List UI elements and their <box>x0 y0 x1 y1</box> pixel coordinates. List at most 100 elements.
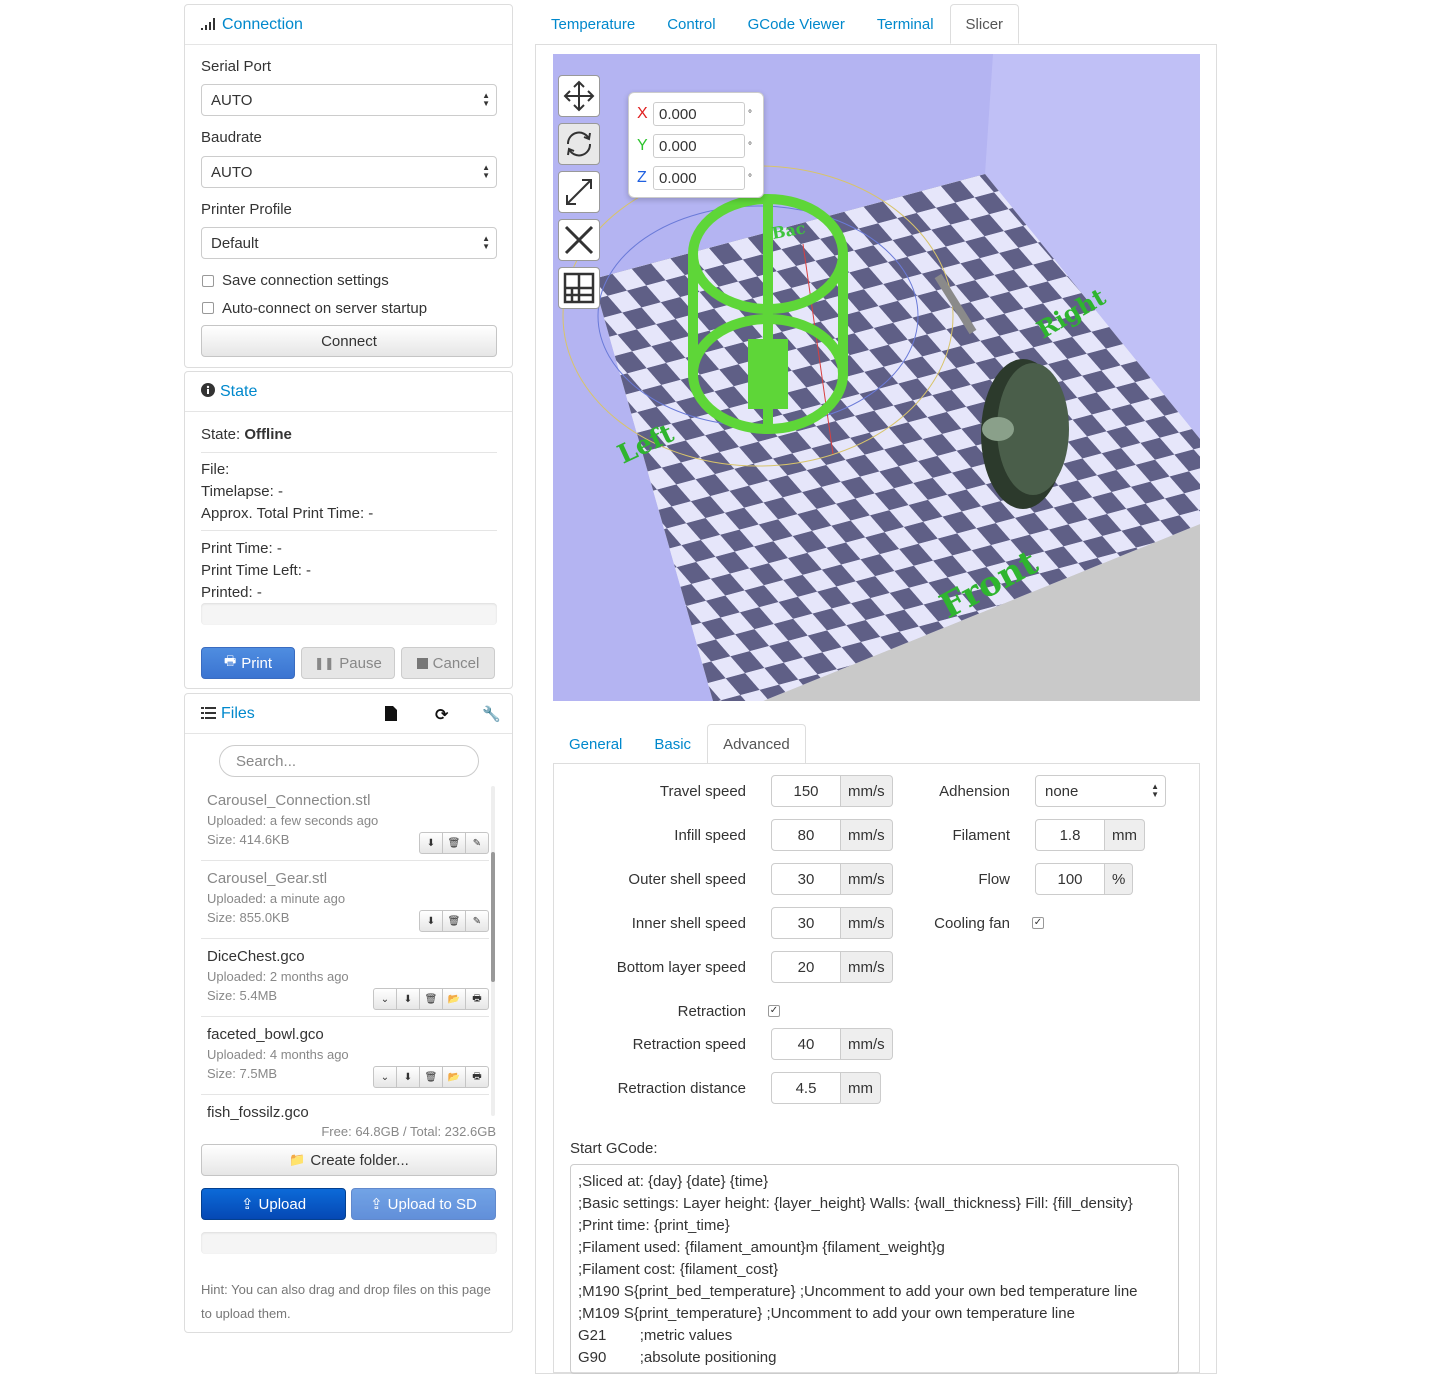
folder-open-icon[interactable]: 📂 <box>442 988 466 1010</box>
search-input[interactable]: Search... <box>219 745 479 777</box>
tab-basic[interactable]: Basic <box>638 724 707 764</box>
retraction-checkbox[interactable]: ✓ <box>768 1005 780 1017</box>
download-icon[interactable]: ⬇ <box>419 910 443 932</box>
rotate-tool-button[interactable] <box>558 123 600 165</box>
file-name: fish_fossilz.gco <box>207 1104 309 1120</box>
slice-wand-icon[interactable]: ✎ <box>465 832 489 854</box>
tab-slicer[interactable]: Slicer <box>949 4 1020 44</box>
tab-terminal[interactable]: Terminal <box>861 4 950 44</box>
tab-advanced[interactable]: Advanced <box>707 724 806 764</box>
pause-button[interactable]: ❚❚ Pause <box>301 647 395 679</box>
printer-profile-select[interactable]: Default ▲ ▼ <box>201 227 497 259</box>
tab-gcode-viewer[interactable]: GCode Viewer <box>732 4 861 44</box>
file-name: Carousel_Gear.stl <box>207 870 328 887</box>
retraction-distance-value[interactable]: 4.5 <box>771 1072 841 1104</box>
rotation-y-input[interactable]: 0.000 <box>653 134 745 158</box>
files-scrollbar[interactable] <box>491 786 495 1116</box>
bottom-layer-speed-value[interactable]: 20 <box>771 951 841 983</box>
rotation-x-input[interactable]: 0.000 <box>653 102 745 126</box>
tab-temperature[interactable]: Temperature <box>535 4 651 44</box>
slice-wand-icon[interactable]: ✎ <box>465 910 489 932</box>
serial-port-select[interactable]: AUTO ▲ ▼ <box>201 84 497 116</box>
tab-general[interactable]: General <box>553 724 638 764</box>
approx-total-line: Approx. Total Print Time: - <box>201 505 374 522</box>
autoconnect-checkbox[interactable] <box>202 302 214 314</box>
unit-addon: mm/s <box>841 951 893 983</box>
adhension-select[interactable]: none ▲ ▼ <box>1035 775 1166 807</box>
adhension-label: Adhension <box>939 783 1010 800</box>
refresh-icon[interactable]: ⟳ <box>435 705 448 725</box>
cooling-fan-checkbox[interactable]: ✓ <box>1032 917 1044 929</box>
print-icon[interactable]: 🖶 <box>465 988 489 1010</box>
arrange-grid-icon <box>563 272 595 304</box>
cancel-button[interactable]: Cancel <box>401 647 495 679</box>
state-title: State <box>220 382 258 400</box>
printed-line: Printed: - <box>201 584 262 601</box>
create-folder-button[interactable]: 📁 Create folder... <box>201 1144 497 1176</box>
files-scrollbar-thumb[interactable] <box>491 852 495 982</box>
start-gcode-textarea[interactable]: ;Sliced at: {day} {date} {time} ;Basic s… <box>570 1164 1179 1374</box>
upload-sd-button[interactable]: ⇪ Upload to SD <box>351 1188 496 1220</box>
file-divider <box>201 938 489 939</box>
file-item[interactable]: fish_fossilz.gco <box>207 1104 489 1120</box>
tab-control[interactable]: Control <box>651 4 731 44</box>
inner-shell-speed-label: Inner shell speed <box>631 915 746 932</box>
state-label: State: <box>201 426 241 443</box>
connection-title: Connection <box>222 15 303 33</box>
file-item[interactable]: faceted_bowl.gco Uploaded: 4 months ago … <box>207 1026 489 1088</box>
files-header[interactable]: Files <box>185 694 512 734</box>
save-settings-checkbox[interactable] <box>202 275 214 287</box>
upload-button[interactable]: ⇪ Upload <box>201 1188 346 1220</box>
trash-icon[interactable]: 🗑 <box>419 988 443 1010</box>
folder-open-icon[interactable]: 📂 <box>442 1066 466 1088</box>
file-actions: ⌄ ⬇ 🗑 📂 🖶 <box>373 1066 489 1088</box>
coord-row-x: X 0.000 ° <box>637 102 752 126</box>
flow-value[interactable]: 100 <box>1035 863 1105 895</box>
file-item[interactable]: Carousel_Gear.stl Uploaded: a minute ago… <box>207 870 489 932</box>
download-icon[interactable]: ⬇ <box>419 832 443 854</box>
retraction-speed-value[interactable]: 40 <box>771 1028 841 1060</box>
rotation-z-input[interactable]: 0.000 <box>653 166 745 190</box>
file-name: faceted_bowl.gco <box>207 1026 324 1043</box>
select-arrows-icon: ▲ ▼ <box>482 163 490 180</box>
flow-input[interactable]: 100 % <box>1035 863 1134 895</box>
download-icon[interactable]: ⬇ <box>396 988 420 1010</box>
axis-x-label: X <box>637 105 648 122</box>
retraction-distance-input[interactable]: 4.5 mm <box>771 1072 881 1104</box>
rotation-popover: X 0.000 ° Y 0.000 ° Z 0.000 ° <box>628 92 764 198</box>
wrench-icon[interactable]: 🔧 <box>482 705 501 723</box>
state-divider <box>201 530 497 531</box>
connection-header[interactable]: Connection <box>185 5 512 45</box>
filament-value[interactable]: 1.8 <box>1035 819 1105 851</box>
chevron-down-icon[interactable]: ⌄ <box>373 988 397 1010</box>
trash-icon[interactable]: 🗑 <box>442 910 466 932</box>
file-divider <box>201 1016 489 1017</box>
connection-panel: Connection Serial Port AUTO ▲ ▼ Baudrate … <box>184 4 513 368</box>
print-button[interactable]: 🖶 Print <box>201 647 295 679</box>
download-icon[interactable]: ⬇ <box>396 1066 420 1088</box>
state-header[interactable]: State <box>185 372 512 412</box>
new-file-icon[interactable] <box>385 706 397 725</box>
move-tool-button[interactable] <box>558 75 600 117</box>
scale-tool-button[interactable] <box>558 171 600 213</box>
coord-row-z: Z 0.000 ° <box>637 166 752 190</box>
search-placeholder: Search... <box>236 752 297 770</box>
filament-input[interactable]: 1.8 mm <box>1035 819 1145 851</box>
bottom-layer-speed-input[interactable]: 20 mm/s <box>771 951 893 983</box>
arrange-tool-button[interactable] <box>558 267 600 309</box>
file-item[interactable]: Carousel_Connection.stl Uploaded: a few … <box>207 792 489 854</box>
print-icon[interactable]: 🖶 <box>465 1066 489 1088</box>
create-folder-label: Create folder... <box>310 1151 409 1169</box>
connect-button[interactable]: Connect <box>201 325 497 357</box>
file-item[interactable]: DiceChest.gco Uploaded: 2 months ago Siz… <box>207 948 489 1010</box>
trash-icon[interactable]: 🗑 <box>442 832 466 854</box>
trash-icon[interactable]: 🗑 <box>419 1066 443 1088</box>
retraction-speed-input[interactable]: 40 mm/s <box>771 1028 893 1060</box>
bottom-layer-speed-label: Bottom layer speed <box>616 959 746 976</box>
degree-symbol: ° <box>748 172 752 184</box>
file-uploaded: Uploaded: 2 months ago <box>207 969 349 984</box>
remove-tool-button[interactable] <box>558 219 600 261</box>
chevron-down-icon[interactable]: ⌄ <box>373 1066 397 1088</box>
baudrate-select[interactable]: AUTO ▲ ▼ <box>201 156 497 188</box>
scale-arrows-icon <box>566 179 592 205</box>
